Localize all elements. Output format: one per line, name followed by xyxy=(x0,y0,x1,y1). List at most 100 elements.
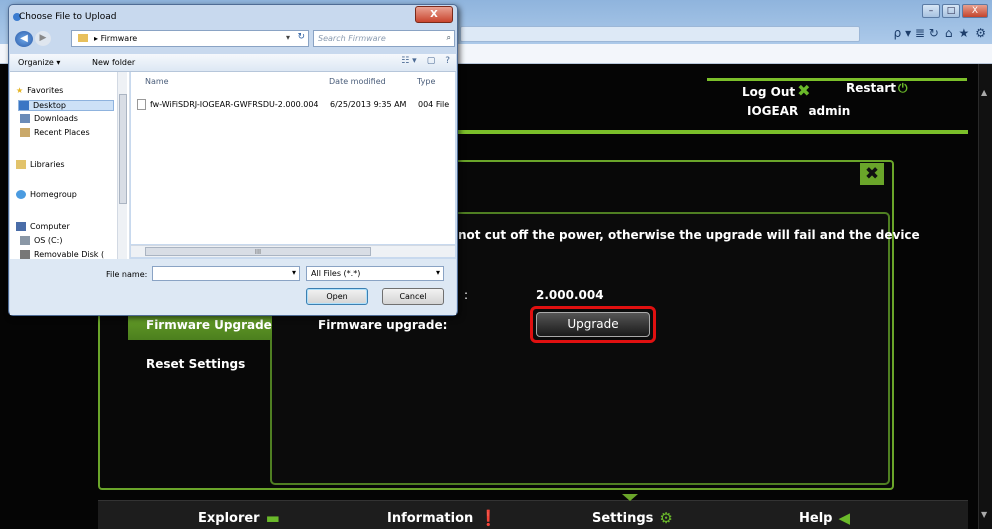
libraries-icon xyxy=(16,160,26,169)
logout-button[interactable]: Log Out ✖ xyxy=(742,81,811,100)
nav-recent-label: Recent Places xyxy=(34,128,90,137)
tab-information[interactable]: Information ❗ xyxy=(387,509,498,527)
col-name-header[interactable]: Name xyxy=(145,77,169,86)
computer-icon xyxy=(16,222,26,231)
star-icon: ★ xyxy=(16,86,24,95)
nav-computer[interactable]: Computer xyxy=(16,222,70,231)
search-placeholder: Search Firmware xyxy=(318,34,386,43)
restart-button[interactable]: Restart ⏻ xyxy=(846,81,908,96)
tab-help-label: Help xyxy=(799,510,833,526)
nav-computer-label: Computer xyxy=(30,222,70,231)
username: admin xyxy=(808,104,851,118)
file-row[interactable]: fw-WiFiSDRJ-IOGEAR-GWFRSDU-2.000.004 6/2… xyxy=(137,96,453,112)
nav-desktop[interactable]: Desktop xyxy=(18,100,114,111)
new-folder-button[interactable]: New folder xyxy=(92,58,135,67)
nav-favorites-label: Favorites xyxy=(27,86,64,95)
refresh-icon[interactable]: ↻ xyxy=(297,32,305,42)
forward-icon[interactable]: ▶ xyxy=(35,31,51,46)
upgrade-warning-text: not cut off the power, otherwise the upg… xyxy=(458,228,920,242)
nav-os-drive[interactable]: OS (C:) xyxy=(20,236,62,245)
scroll-up-icon[interactable]: ▲ xyxy=(981,88,987,97)
nav-libraries-label: Libraries xyxy=(30,160,65,169)
file-type-select[interactable]: All Files (*.*) ▾ xyxy=(306,266,444,281)
maximize-button[interactable]: □ xyxy=(942,4,960,18)
file-name-input[interactable]: ▾ xyxy=(152,266,300,281)
favorites-star-icon[interactable]: ★ xyxy=(958,26,969,40)
file-name-label: File name: xyxy=(106,270,148,279)
tab-help[interactable]: Help ◀ xyxy=(799,509,850,527)
brand-name: IOGEAR xyxy=(747,104,799,118)
minimize-button[interactable]: – xyxy=(922,4,940,18)
nav-downloads-label: Downloads xyxy=(34,114,78,123)
nav-pane-scrollbar[interactable] xyxy=(117,72,127,259)
nav-downloads[interactable]: Downloads xyxy=(20,114,78,123)
browser-address-area[interactable] xyxy=(460,26,860,42)
back-icon[interactable]: ◀ xyxy=(15,31,33,47)
path-breadcrumb[interactable]: ▸ Firmware ▾ ↻ xyxy=(71,30,309,47)
gear-settings-icon: ⚙ xyxy=(659,509,673,527)
nav-homegroup-label: Homegroup xyxy=(30,190,77,199)
open-button[interactable]: Open xyxy=(306,288,368,305)
hscroll-thumb[interactable]: III xyxy=(145,247,371,256)
navigation-pane: ★ Favorites Desktop Downloads Recent Plac… xyxy=(10,72,130,259)
logout-label: Log Out xyxy=(742,85,796,99)
cancel-button[interactable]: Cancel xyxy=(382,288,444,305)
path-dropdown-icon[interactable]: ▾ xyxy=(286,33,290,42)
close-window-button[interactable]: X xyxy=(962,4,988,18)
upgrade-button[interactable]: Upgrade xyxy=(536,312,650,337)
nav-os-label: OS (C:) xyxy=(34,236,63,245)
arrow-left-icon: ◀ xyxy=(838,509,851,527)
desktop-icon xyxy=(19,101,29,110)
dialog-close-button[interactable]: X xyxy=(415,6,453,23)
help-icon[interactable]: ? xyxy=(445,56,450,66)
path-text: Firmware xyxy=(100,34,138,43)
firmware-upgrade-label: Firmware upgrade: xyxy=(318,318,448,332)
nav-favorites[interactable]: ★ Favorites xyxy=(16,86,63,95)
file-icon xyxy=(137,98,146,110)
tab-explorer-label: Explorer xyxy=(198,510,260,526)
tab-settings-label: Settings xyxy=(592,510,654,526)
window-controls: – □ X xyxy=(922,4,988,18)
nav-recent-places[interactable]: Recent Places xyxy=(20,128,90,137)
preview-pane-icon[interactable]: ▢ xyxy=(427,56,436,66)
view-options-icon[interactable]: ☷ ▾ xyxy=(401,56,416,66)
dialog-nav-bar: ◀ ▶ ▸ Firmware ▾ ↻ Search Firmware ⌕ xyxy=(13,27,455,49)
col-date-header[interactable]: Date modified xyxy=(329,77,386,86)
dialog-title: Choose File to Upload xyxy=(19,12,117,22)
removable-disk-icon xyxy=(20,250,30,259)
col-type-header[interactable]: Type xyxy=(417,77,435,86)
chevron-down-icon[interactable]: ▾ xyxy=(436,268,440,277)
active-tab-indicator xyxy=(622,494,638,501)
file-type-value: All Files (*.*) xyxy=(311,269,361,278)
home-icon[interactable]: ⌂ xyxy=(945,26,953,40)
scroll-down-icon[interactable]: ▼ xyxy=(981,510,987,519)
tab-settings[interactable]: Settings ⚙ xyxy=(592,509,673,527)
nav-reset-settings[interactable]: Reset Settings xyxy=(146,357,245,371)
nav-pane-scroll-thumb[interactable] xyxy=(119,94,127,204)
panel-close-button[interactable]: ✖ xyxy=(860,163,884,185)
nav-desktop-label: Desktop xyxy=(33,101,66,110)
file-name: fw-WiFiSDRJ-IOGEAR-GWFRSDU-2.000.004 xyxy=(150,99,319,109)
search-input[interactable]: Search Firmware ⌕ xyxy=(313,30,455,47)
tab-information-label: Information xyxy=(387,510,474,526)
gear-icon[interactable]: ⚙ xyxy=(975,26,986,40)
dialog-toolbar: Organize ▾ New folder ☷ ▾ ▢ ? xyxy=(10,54,456,72)
organize-menu[interactable]: Organize ▾ xyxy=(18,58,60,67)
search-icon[interactable]: ⌕ xyxy=(447,33,451,43)
search-refresh-icon[interactable]: ρ ▾ ≣ ↻ xyxy=(894,26,939,40)
page-scrollbar[interactable]: ▲ ▼ xyxy=(978,64,992,529)
file-list: Name Date modified Type fw-WiFiSDRJ-IOGE… xyxy=(131,72,455,244)
file-date: 6/25/2013 9:35 AM xyxy=(330,99,407,109)
firmware-version-value: 2.000.004 xyxy=(536,288,604,302)
homegroup-icon xyxy=(16,190,26,199)
recent-places-icon xyxy=(20,128,30,137)
nav-homegroup[interactable]: Homegroup xyxy=(16,190,77,199)
chevron-down-icon[interactable]: ▾ xyxy=(292,268,296,277)
file-list-hscrollbar[interactable]: III xyxy=(131,245,455,257)
exclamation-icon: ❗ xyxy=(479,509,498,527)
nav-removable-disk[interactable]: Removable Disk ( xyxy=(20,250,104,259)
nav-libraries[interactable]: Libraries xyxy=(16,160,65,169)
browser-toolbar: ρ ▾ ≣ ↻ ⌂ ★ ⚙ xyxy=(894,26,986,40)
restart-label: Restart xyxy=(846,81,897,95)
tab-explorer[interactable]: Explorer ▬ xyxy=(198,509,280,527)
